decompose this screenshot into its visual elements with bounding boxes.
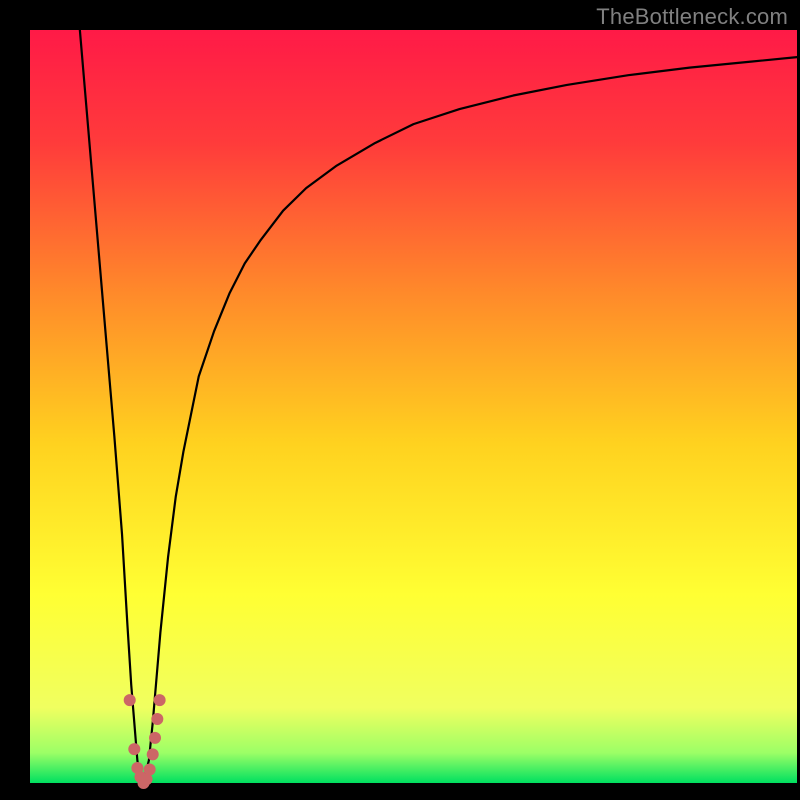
bottleneck-chart bbox=[0, 0, 800, 800]
plot-background bbox=[30, 30, 797, 783]
marker-dot bbox=[128, 743, 140, 755]
watermark-text: TheBottleneck.com bbox=[596, 4, 788, 30]
chart-frame: TheBottleneck.com bbox=[0, 0, 800, 800]
marker-dot bbox=[149, 732, 161, 744]
marker-dot bbox=[147, 748, 159, 760]
marker-dot bbox=[124, 694, 136, 706]
marker-dot bbox=[154, 694, 166, 706]
marker-dot bbox=[144, 763, 156, 775]
marker-dot bbox=[151, 713, 163, 725]
